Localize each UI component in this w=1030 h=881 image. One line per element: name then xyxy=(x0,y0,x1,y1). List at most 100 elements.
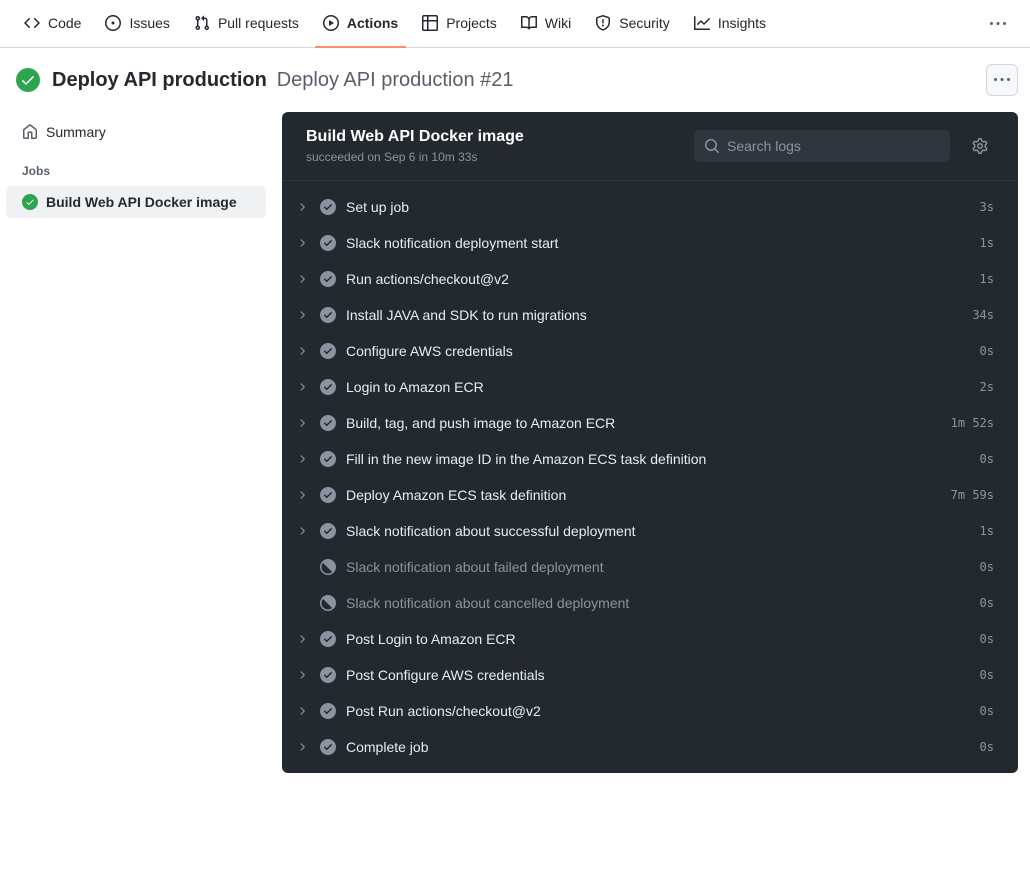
workflow-title-row: Deploy API production Deploy API product… xyxy=(0,48,1030,112)
step-name: Slack notification deployment start xyxy=(346,235,970,251)
log-step-row[interactable]: Post Login to Amazon ECR0s xyxy=(282,621,1018,657)
step-duration: 3s xyxy=(980,200,994,214)
log-step-row[interactable]: Build, tag, and push image to Amazon ECR… xyxy=(282,405,1018,441)
step-duration: 1s xyxy=(980,524,994,538)
log-step-row[interactable]: Deploy Amazon ECS task definition 7m 59s xyxy=(282,477,1018,513)
tab-insights[interactable]: Insights xyxy=(686,0,774,48)
workflow-run-name[interactable]: Deploy API production #21 xyxy=(277,69,514,91)
tab-pull-requests[interactable]: Pull requests xyxy=(186,0,307,48)
step-success-icon xyxy=(320,307,336,323)
home-icon xyxy=(22,124,38,140)
log-step-row[interactable]: Configure AWS credentials0s xyxy=(282,333,1018,369)
step-skipped-icon xyxy=(320,595,336,611)
step-duration: 2s xyxy=(980,380,994,394)
log-step-row[interactable]: Slack notification deployment start 1s xyxy=(282,225,1018,261)
book-icon xyxy=(521,15,537,31)
tab-actions[interactable]: Actions xyxy=(315,0,406,48)
tab-code[interactable]: Code xyxy=(16,0,89,48)
log-step-row[interactable]: Post Run actions/checkout@v2 0s xyxy=(282,693,1018,729)
log-panel: Build Web API Docker image succeeded on … xyxy=(282,112,1018,773)
tab-projects[interactable]: Projects xyxy=(414,0,505,48)
step-duration: 0s xyxy=(980,344,994,358)
chevron-right-icon xyxy=(294,201,310,213)
step-success-icon xyxy=(320,343,336,359)
step-success-icon xyxy=(320,199,336,215)
sidebar-summary-label: Summary xyxy=(46,124,106,140)
log-job-title: Build Web API Docker image xyxy=(306,128,678,146)
step-duration: 0s xyxy=(980,560,994,574)
chevron-right-icon xyxy=(294,489,310,501)
step-success-icon xyxy=(320,235,336,251)
shield-icon xyxy=(595,15,611,31)
step-name: Run actions/checkout@v2 xyxy=(346,271,970,287)
log-step-row[interactable]: Run actions/checkout@v21s xyxy=(282,261,1018,297)
chevron-right-icon xyxy=(294,345,310,357)
step-name: Login to Amazon ECR xyxy=(346,379,970,395)
chevron-right-icon xyxy=(294,417,310,429)
kebab-horizontal-icon xyxy=(990,16,1006,32)
step-success-icon xyxy=(320,415,336,431)
workflow-name: Deploy API production xyxy=(52,69,267,91)
step-duration: 0s xyxy=(980,632,994,646)
step-duration: 7m 59s xyxy=(951,488,994,502)
step-skipped-icon xyxy=(320,559,336,575)
nav-overflow-button[interactable] xyxy=(982,8,1014,40)
tab-security[interactable]: Security xyxy=(587,0,678,48)
sidebar-summary[interactable]: Summary xyxy=(6,116,266,148)
log-step-row[interactable]: Install JAVA and SDK to run migrations34… xyxy=(282,297,1018,333)
step-duration: 0s xyxy=(980,668,994,682)
tab-label: Insights xyxy=(718,15,766,31)
log-step-row[interactable]: Slack notification about successful depl… xyxy=(282,513,1018,549)
chevron-right-icon xyxy=(294,741,310,753)
step-duration: 0s xyxy=(980,452,994,466)
search-icon xyxy=(704,138,720,154)
step-duration: 1m 52s xyxy=(951,416,994,430)
step-duration: 0s xyxy=(980,704,994,718)
workflow-more-button[interactable] xyxy=(986,64,1018,96)
step-duration: 1s xyxy=(980,236,994,250)
log-step-row[interactable]: Fill in the new image ID in the Amazon E… xyxy=(282,441,1018,477)
sidebar-job-item[interactable]: Build Web API Docker image xyxy=(6,186,266,218)
log-step-row[interactable]: Set up job 3s xyxy=(282,189,1018,225)
kebab-horizontal-icon xyxy=(994,72,1010,88)
table-icon xyxy=(422,15,438,31)
step-success-icon xyxy=(320,271,336,287)
repo-nav: Code Issues Pull requests Actions Projec… xyxy=(0,0,1030,48)
log-step-row[interactable]: Complete job0s xyxy=(282,729,1018,765)
step-duration: 34s xyxy=(972,308,994,322)
log-steps: Set up job 3s Slack notification deploymen… xyxy=(282,180,1018,773)
tab-wiki[interactable]: Wiki xyxy=(513,0,579,48)
step-name: Set up job xyxy=(346,199,970,215)
chevron-right-icon xyxy=(294,453,310,465)
chevron-right-icon xyxy=(294,525,310,537)
step-success-icon xyxy=(320,451,336,467)
play-icon xyxy=(323,15,339,31)
log-job-subtitle: succeeded on Sep 6 in 10m 33s xyxy=(306,150,678,164)
chevron-right-icon xyxy=(294,705,310,717)
chevron-right-icon xyxy=(294,381,310,393)
step-success-icon xyxy=(320,631,336,647)
step-success-icon xyxy=(320,667,336,683)
tab-label: Wiki xyxy=(545,15,571,31)
step-name: Slack notification about successful depl… xyxy=(346,523,970,539)
step-name: Slack notification about cancelled deplo… xyxy=(346,595,970,611)
step-name: Post Run actions/checkout@v2 xyxy=(346,703,970,719)
log-search xyxy=(694,130,950,162)
tab-issues[interactable]: Issues xyxy=(97,0,177,48)
log-settings-button[interactable] xyxy=(966,132,994,160)
issue-opened-icon xyxy=(105,15,121,31)
step-success-icon xyxy=(320,703,336,719)
step-name: Build, tag, and push image to Amazon ECR xyxy=(346,415,941,431)
tab-label: Actions xyxy=(347,15,398,31)
chevron-right-icon xyxy=(294,237,310,249)
step-success-icon xyxy=(320,739,336,755)
step-name: Fill in the new image ID in the Amazon E… xyxy=(346,451,970,467)
job-status-success-icon xyxy=(22,194,38,210)
tab-label: Pull requests xyxy=(218,15,299,31)
step-duration: 0s xyxy=(980,596,994,610)
log-step-row[interactable]: Login to Amazon ECR 2s xyxy=(282,369,1018,405)
log-step-row[interactable]: Post Configure AWS credentials0s xyxy=(282,657,1018,693)
step-name: Deploy Amazon ECS task definition xyxy=(346,487,941,503)
chevron-right-icon xyxy=(294,669,310,681)
log-search-input[interactable] xyxy=(694,130,950,162)
